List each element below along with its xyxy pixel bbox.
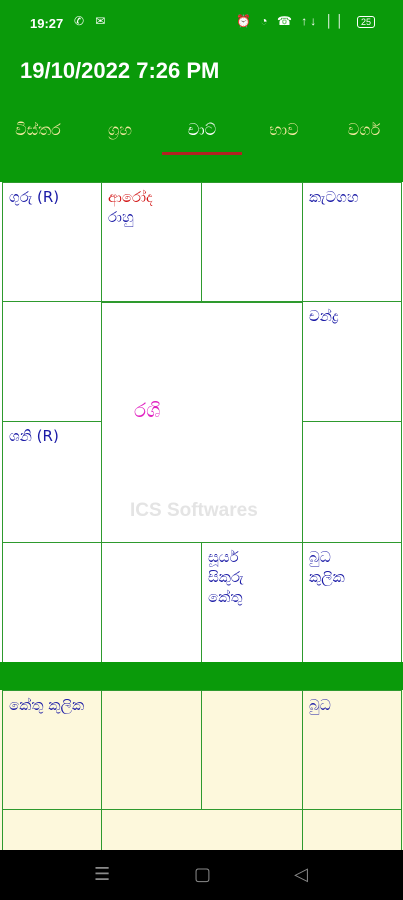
notification-icons: ✆ ✉ <box>74 14 110 28</box>
house-cell[interactable]: සූර්ය සිකුරු කේතු <box>201 542 303 663</box>
house-cell[interactable]: ගුරු (R) <box>2 182 102 302</box>
home-icon[interactable]: ▢ <box>194 864 211 885</box>
tab-houses[interactable]: භාව <box>248 116 320 160</box>
tab-varga[interactable]: වර්ග <box>328 116 400 160</box>
house-cell[interactable]: ශනි (R) <box>2 421 102 543</box>
house-cell[interactable]: චන්ද්‍ර <box>302 301 402 422</box>
app-bar: 19/10/2022 7:26 PM විස්තර ග්‍රහ චාට් භාව… <box>0 36 403 164</box>
planet-label: ශනි (R) <box>9 427 59 445</box>
navamsa-chart: කේතු කුලික බුධ <box>0 690 403 869</box>
tab-bar: විස්තර ග්‍රහ චාට් භාව වර්ග <box>0 116 403 164</box>
divider-strip <box>0 662 403 690</box>
house-cell[interactable]: බුධ <box>302 690 402 810</box>
tab-details[interactable]: විස්තර <box>2 116 74 160</box>
house-cell[interactable] <box>2 542 102 663</box>
house-cell[interactable]: කේතු කුලික <box>2 690 102 810</box>
house-cell[interactable]: කැටගහ <box>302 182 402 302</box>
planet-label: සිකුරු <box>208 568 244 586</box>
planet-label: චන්ද්‍ර <box>309 307 339 325</box>
page-title: 19/10/2022 7:26 PM <box>20 58 220 83</box>
tab-planets[interactable]: ග්‍රහ <box>84 116 156 160</box>
system-status-icons: ⏰ ◔ ☎ ↑↓ ││ <box>236 14 347 28</box>
back-icon[interactable]: ◁ <box>294 864 308 885</box>
system-icons: ⏰ ◔ ☎ ↑↓ ││ 25 <box>236 14 375 28</box>
house-cell[interactable] <box>101 690 202 810</box>
divider-strip <box>0 164 403 182</box>
planet-label: ආරෝද <box>108 188 153 206</box>
recents-icon[interactable]: ☰ <box>94 864 110 885</box>
watermark: ICS Softwares <box>130 500 258 521</box>
rashi-label: රශි <box>134 398 161 422</box>
planet-label: බුධ <box>309 548 331 566</box>
status-bar: 19:27 ✆ ✉ ⏰ ◔ ☎ ↑↓ ││ 25 <box>0 0 403 36</box>
planet-label: කේතු <box>208 588 243 606</box>
planet-label: සූර්ය <box>208 548 239 566</box>
house-cell[interactable] <box>201 182 303 302</box>
planet-label: බුධ <box>309 696 331 714</box>
system-nav-bar: ☰ ▢ ◁ <box>0 850 403 900</box>
house-cell[interactable]: ආරෝද රාහු <box>101 182 202 302</box>
rashi-chart: ගුරු (R) ආරෝද රාහු කැටගහ චන්ද්‍ර ශනි (R)… <box>0 182 403 663</box>
planet-label: ගුරු (R) <box>9 188 60 206</box>
planet-label: කේතු <box>9 696 44 714</box>
house-cell[interactable] <box>101 542 202 663</box>
house-cell[interactable] <box>302 421 402 543</box>
active-tab-indicator <box>162 152 242 155</box>
house-cell[interactable] <box>201 690 303 810</box>
status-time: 19:27 <box>30 16 64 31</box>
planet-label: රාහු <box>108 208 134 226</box>
house-cell[interactable] <box>2 301 102 422</box>
planet-label: කැටගහ <box>309 188 359 206</box>
planet-label: කුලික <box>309 568 345 586</box>
battery-icon: 25 <box>356 16 375 28</box>
house-cell[interactable]: බුධ කුලික <box>302 542 402 663</box>
planet-label: කුලික <box>48 696 85 714</box>
